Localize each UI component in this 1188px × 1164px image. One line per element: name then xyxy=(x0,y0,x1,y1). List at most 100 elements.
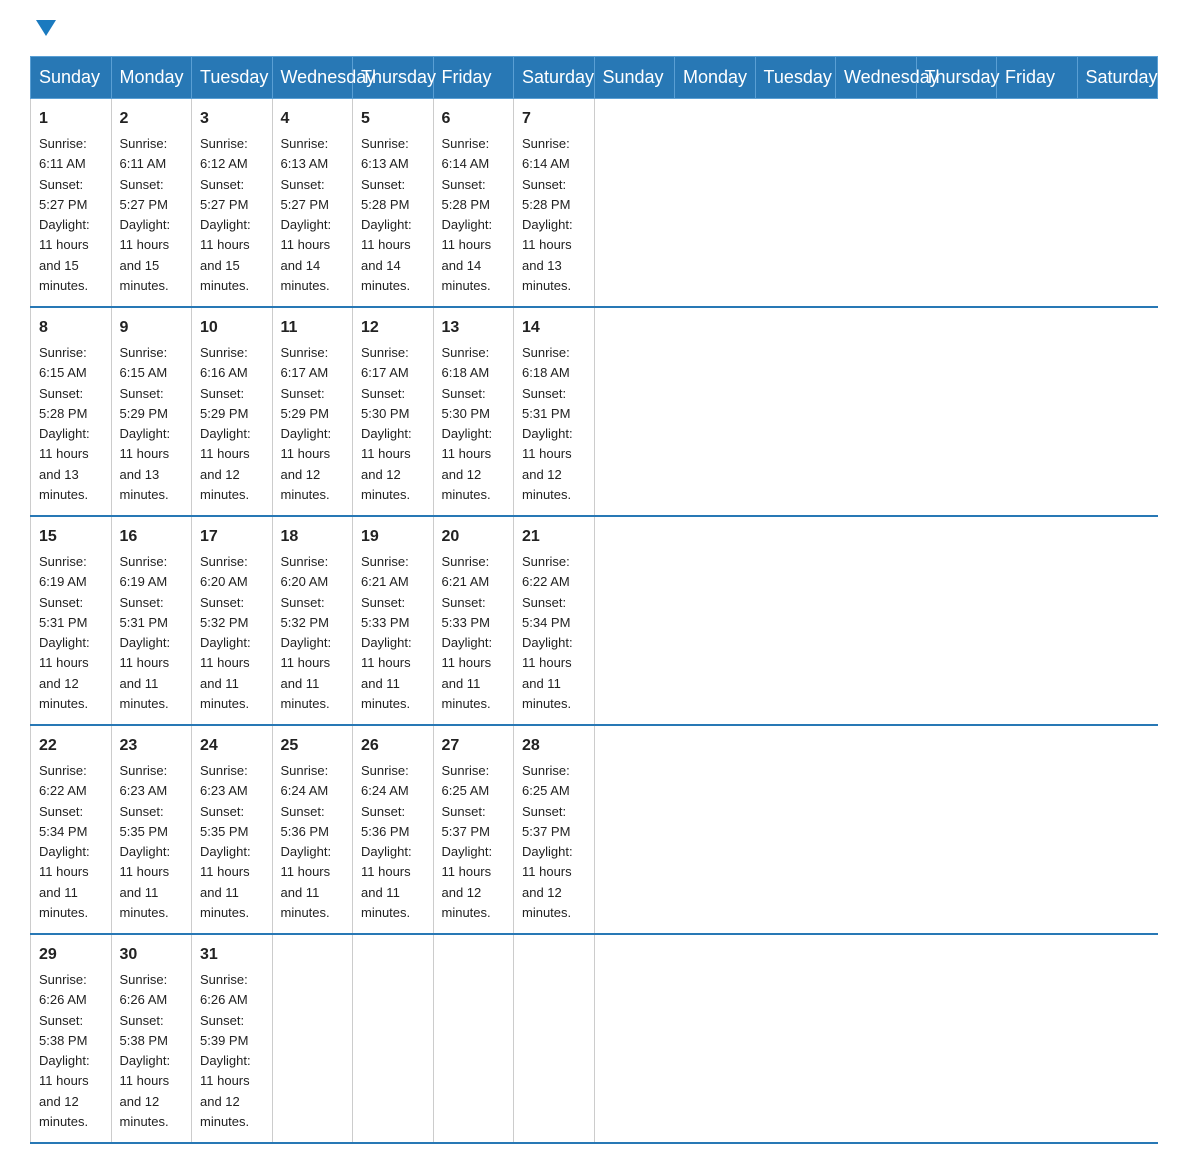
day-info: Sunrise: 6:24 AMSunset: 5:36 PMDaylight:… xyxy=(281,763,332,920)
calendar-cell: 29Sunrise: 6:26 AMSunset: 5:38 PMDayligh… xyxy=(31,934,112,1143)
day-info: Sunrise: 6:23 AMSunset: 5:35 PMDaylight:… xyxy=(120,763,171,920)
day-number: 23 xyxy=(120,734,184,758)
day-info: Sunrise: 6:21 AMSunset: 5:33 PMDaylight:… xyxy=(442,554,493,711)
day-number: 8 xyxy=(39,316,103,340)
day-info: Sunrise: 6:24 AMSunset: 5:36 PMDaylight:… xyxy=(361,763,412,920)
calendar-cell: 2 Sunrise: 6:11 AMSunset: 5:27 PMDaylight… xyxy=(111,99,192,308)
day-header-tuesday: Tuesday xyxy=(192,57,273,99)
day-number: 13 xyxy=(442,316,506,340)
day-header-friday: Friday xyxy=(433,57,514,99)
calendar-header-row: SundayMondayTuesdayWednesdayThursdayFrid… xyxy=(31,57,1158,99)
calendar-cell: 1 Sunrise: 6:11 AMSunset: 5:27 PMDaylight… xyxy=(31,99,112,308)
day-number: 18 xyxy=(281,525,345,549)
day-info: Sunrise: 6:22 AMSunset: 5:34 PMDaylight:… xyxy=(522,554,573,711)
day-header-saturday: Saturday xyxy=(514,57,595,99)
calendar-cell: 20Sunrise: 6:21 AMSunset: 5:33 PMDayligh… xyxy=(433,516,514,725)
day-number: 4 xyxy=(281,107,345,131)
day-number: 10 xyxy=(200,316,264,340)
day-number: 22 xyxy=(39,734,103,758)
day-number: 6 xyxy=(442,107,506,131)
day-number: 9 xyxy=(120,316,184,340)
day-info: Sunrise: 6:12 AMSunset: 5:27 PMDaylight:… xyxy=(200,136,251,293)
day-info: Sunrise: 6:11 AMSunset: 5:27 PMDaylight:… xyxy=(120,136,171,293)
day-number: 16 xyxy=(120,525,184,549)
calendar-cell: 26 Sunrise: 6:24 AMSunset: 5:36 PMDayligh… xyxy=(353,725,434,934)
calendar-cell: 5 Sunrise: 6:13 AMSunset: 5:28 PMDaylight… xyxy=(353,99,434,308)
day-header-thursday: Thursday xyxy=(916,57,997,99)
day-header-thursday: Thursday xyxy=(353,57,434,99)
day-number: 2 xyxy=(120,107,184,131)
calendar-cell: 4 Sunrise: 6:13 AMSunset: 5:27 PMDaylight… xyxy=(272,99,353,308)
day-number: 1 xyxy=(39,107,103,131)
calendar-cell: 28 Sunrise: 6:25 AMSunset: 5:37 PMDayligh… xyxy=(514,725,595,934)
day-header-sunday: Sunday xyxy=(31,57,112,99)
calendar-cell: 6 Sunrise: 6:14 AMSunset: 5:28 PMDaylight… xyxy=(433,99,514,308)
calendar-cell: 3 Sunrise: 6:12 AMSunset: 5:27 PMDaylight… xyxy=(192,99,273,308)
calendar-cell: 30 Sunrise: 6:26 AMSunset: 5:38 PMDayligh… xyxy=(111,934,192,1143)
calendar-cell: 25Sunrise: 6:24 AMSunset: 5:36 PMDayligh… xyxy=(272,725,353,934)
day-info: Sunrise: 6:18 AMSunset: 5:31 PMDaylight:… xyxy=(522,345,573,502)
page-header xyxy=(30,20,1158,36)
calendar-cell: 16Sunrise: 6:19 AMSunset: 5:31 PMDayligh… xyxy=(111,516,192,725)
logo-triangle-icon xyxy=(36,20,56,36)
day-number: 17 xyxy=(200,525,264,549)
calendar-cell: 12Sunrise: 6:17 AMSunset: 5:30 PMDayligh… xyxy=(353,307,434,516)
calendar-cell: 14 Sunrise: 6:18 AMSunset: 5:31 PMDayligh… xyxy=(514,307,595,516)
day-info: Sunrise: 6:14 AMSunset: 5:28 PMDaylight:… xyxy=(442,136,493,293)
day-info: Sunrise: 6:15 AMSunset: 5:28 PMDaylight:… xyxy=(39,345,90,502)
calendar-cell xyxy=(272,934,353,1143)
day-number: 3 xyxy=(200,107,264,131)
day-info: Sunrise: 6:13 AMSunset: 5:28 PMDaylight:… xyxy=(361,136,412,293)
day-info: Sunrise: 6:18 AMSunset: 5:30 PMDaylight:… xyxy=(442,345,493,502)
calendar-cell: 7 Sunrise: 6:14 AMSunset: 5:28 PMDaylight… xyxy=(514,99,595,308)
calendar-table: SundayMondayTuesdayWednesdayThursdayFrid… xyxy=(30,56,1158,1144)
calendar-week-row: 22 Sunrise: 6:22 AMSunset: 5:34 PMDayligh… xyxy=(31,725,1158,934)
day-info: Sunrise: 6:15 AMSunset: 5:29 PMDaylight:… xyxy=(120,345,171,502)
day-number: 5 xyxy=(361,107,425,131)
calendar-cell: 19Sunrise: 6:21 AMSunset: 5:33 PMDayligh… xyxy=(353,516,434,725)
calendar-cell xyxy=(353,934,434,1143)
calendar-cell: 27 Sunrise: 6:25 AMSunset: 5:37 PMDayligh… xyxy=(433,725,514,934)
day-number: 21 xyxy=(522,525,586,549)
day-info: Sunrise: 6:25 AMSunset: 5:37 PMDaylight:… xyxy=(442,763,493,920)
logo-blue-text xyxy=(30,20,56,36)
day-info: Sunrise: 6:25 AMSunset: 5:37 PMDaylight:… xyxy=(522,763,573,920)
day-info: Sunrise: 6:11 AMSunset: 5:27 PMDaylight:… xyxy=(39,136,90,293)
day-info: Sunrise: 6:14 AMSunset: 5:28 PMDaylight:… xyxy=(522,136,573,293)
day-number: 24 xyxy=(200,734,264,758)
calendar-cell: 22 Sunrise: 6:22 AMSunset: 5:34 PMDayligh… xyxy=(31,725,112,934)
calendar-cell: 8 Sunrise: 6:15 AMSunset: 5:28 PMDaylight… xyxy=(31,307,112,516)
day-header-sunday: Sunday xyxy=(594,57,675,99)
calendar-week-row: 29Sunrise: 6:26 AMSunset: 5:38 PMDayligh… xyxy=(31,934,1158,1143)
day-header-monday: Monday xyxy=(111,57,192,99)
day-info: Sunrise: 6:13 AMSunset: 5:27 PMDaylight:… xyxy=(281,136,332,293)
day-header-saturday: Saturday xyxy=(1077,57,1158,99)
calendar-cell xyxy=(433,934,514,1143)
calendar-cell: 11Sunrise: 6:17 AMSunset: 5:29 PMDayligh… xyxy=(272,307,353,516)
day-number: 15 xyxy=(39,525,103,549)
day-info: Sunrise: 6:26 AMSunset: 5:38 PMDaylight:… xyxy=(39,972,90,1129)
calendar-cell: 18Sunrise: 6:20 AMSunset: 5:32 PMDayligh… xyxy=(272,516,353,725)
day-number: 19 xyxy=(361,525,425,549)
day-info: Sunrise: 6:22 AMSunset: 5:34 PMDaylight:… xyxy=(39,763,90,920)
day-number: 14 xyxy=(522,316,586,340)
calendar-cell: 24 Sunrise: 6:23 AMSunset: 5:35 PMDayligh… xyxy=(192,725,273,934)
calendar-week-row: 8 Sunrise: 6:15 AMSunset: 5:28 PMDaylight… xyxy=(31,307,1158,516)
day-number: 27 xyxy=(442,734,506,758)
calendar-cell: 13 Sunrise: 6:18 AMSunset: 5:30 PMDayligh… xyxy=(433,307,514,516)
day-info: Sunrise: 6:16 AMSunset: 5:29 PMDaylight:… xyxy=(200,345,251,502)
day-info: Sunrise: 6:17 AMSunset: 5:30 PMDaylight:… xyxy=(361,345,412,502)
day-header-wednesday: Wednesday xyxy=(836,57,917,99)
day-info: Sunrise: 6:26 AMSunset: 5:39 PMDaylight:… xyxy=(200,972,251,1129)
calendar-week-row: 1 Sunrise: 6:11 AMSunset: 5:27 PMDaylight… xyxy=(31,99,1158,308)
day-number: 7 xyxy=(522,107,586,131)
day-number: 30 xyxy=(120,943,184,967)
day-number: 28 xyxy=(522,734,586,758)
day-info: Sunrise: 6:23 AMSunset: 5:35 PMDaylight:… xyxy=(200,763,251,920)
day-number: 26 xyxy=(361,734,425,758)
day-header-monday: Monday xyxy=(675,57,756,99)
day-info: Sunrise: 6:26 AMSunset: 5:38 PMDaylight:… xyxy=(120,972,171,1129)
logo xyxy=(30,20,56,36)
day-header-wednesday: Wednesday xyxy=(272,57,353,99)
day-header-friday: Friday xyxy=(997,57,1078,99)
